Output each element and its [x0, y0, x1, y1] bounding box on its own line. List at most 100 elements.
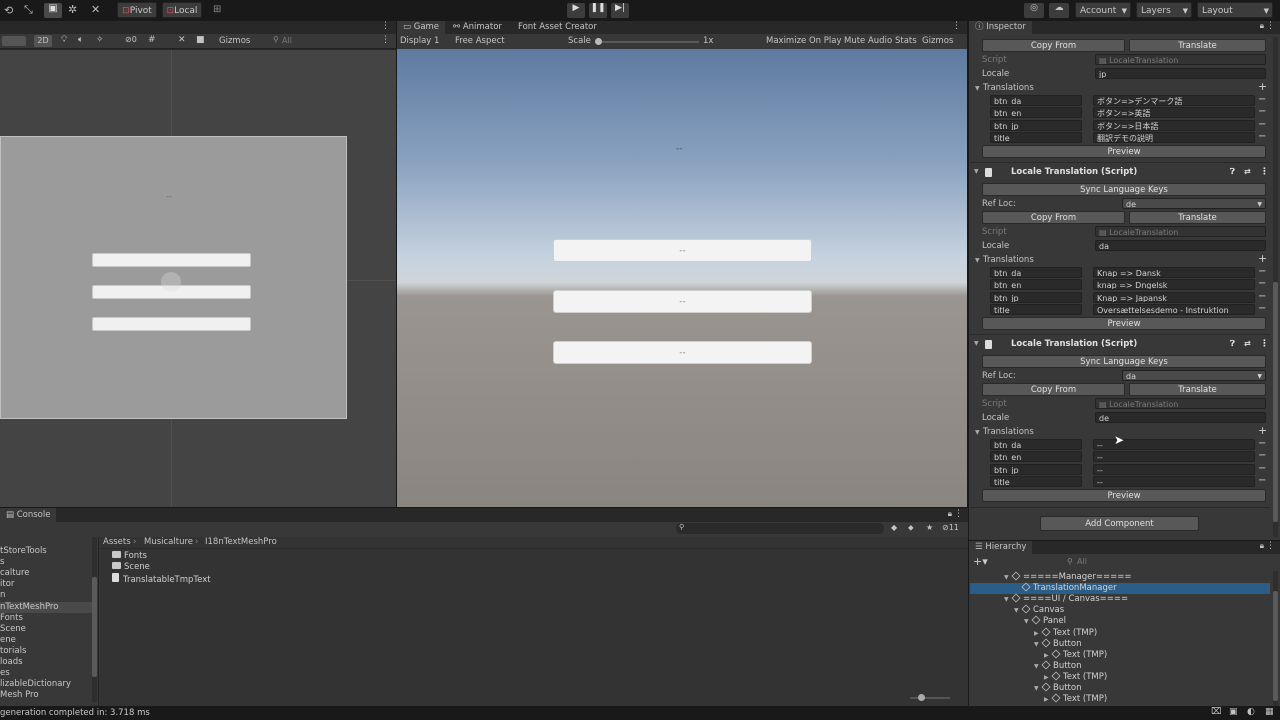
project-tree-item[interactable]: Mesh Pro	[0, 690, 95, 701]
account-dropdown[interactable]: Account ▼	[1075, 2, 1131, 18]
translation-key[interactable]: btn_en	[990, 279, 1082, 290]
breadcrumb-i18n[interactable]: I18nTextMeshPro	[205, 537, 277, 547]
project-tree-item[interactable]: nTextMeshPro	[0, 601, 95, 613]
lock-icon[interactable]: 🔒︎	[948, 509, 952, 519]
project-tree-item[interactable]: torials	[0, 646, 95, 657]
tree-scroll-thumb[interactable]	[92, 577, 97, 677]
locale-input[interactable]: jp	[1095, 68, 1266, 79]
inspector-scroll-thumb[interactable]	[1273, 282, 1278, 522]
copy-from-button[interactable]: Copy From	[982, 211, 1125, 224]
add-translation-icon[interactable]: +	[1258, 253, 1267, 264]
add-translation-icon[interactable]: +	[1258, 81, 1267, 92]
effects-icon[interactable]: ✧	[96, 35, 104, 45]
progress-icon[interactable]: ▣	[1229, 707, 1238, 717]
ref-loc-dropdown[interactable]: da ▼	[1122, 370, 1266, 381]
translation-value[interactable]: --	[1093, 464, 1255, 475]
breadcrumb-musicalture[interactable]: Musicalture	[144, 537, 193, 547]
game-canvas[interactable]: --	[397, 49, 967, 507]
translation-key[interactable]: title	[990, 476, 1082, 487]
component-header[interactable]: ▼ Locale Translation (Script) ❓︎ ⇄ ⋮	[970, 337, 1270, 351]
camera-icon[interactable]: ■	[196, 35, 205, 45]
translation-value[interactable]: ボタン=>日本語	[1093, 120, 1255, 131]
translation-key[interactable]: btn_jp	[990, 120, 1082, 131]
remove-row-icon[interactable]: −	[1258, 120, 1266, 130]
local-button[interactable]: ⊡Local	[162, 2, 202, 18]
remove-row-icon[interactable]: −	[1258, 132, 1266, 142]
hierarchy-item[interactable]: ▼ Button	[970, 660, 1270, 672]
remove-row-icon[interactable]: −	[1258, 439, 1266, 449]
copy-from-button[interactable]: Copy From	[982, 39, 1125, 52]
collab-icon[interactable]: ◎	[1024, 3, 1044, 18]
more-options-icon[interactable]: ⋮	[381, 35, 390, 45]
more-options-icon[interactable]: ⋮	[954, 509, 963, 519]
translation-key[interactable]: title	[990, 304, 1082, 315]
hierarchy-item[interactable]: ▼ Button	[970, 638, 1270, 650]
asset-item[interactable]: Fonts	[112, 551, 147, 562]
settings-tool-icon[interactable]: ✕	[91, 3, 100, 16]
lock-icon[interactable]: 🔒︎	[1260, 21, 1264, 31]
display-dropdown[interactable]: Display 1	[400, 36, 439, 46]
lighting-status-icon[interactable]: ◐	[1247, 707, 1255, 717]
rect-tool-icon[interactable]: ⤡	[24, 3, 33, 17]
remove-row-icon[interactable]: −	[1258, 451, 1266, 461]
mute-audio-toggle[interactable]: Mute Audio	[844, 36, 892, 46]
ref-loc-dropdown[interactable]: de ▼	[1122, 198, 1266, 209]
preview-button[interactable]: Preview	[982, 145, 1266, 158]
more-options-icon[interactable]: ⋮	[1266, 21, 1275, 31]
translate-button[interactable]: Translate	[1129, 383, 1266, 396]
expanded-arrow-icon[interactable]: ▼	[1034, 639, 1042, 650]
translation-value[interactable]: knap => Dngelsk	[1093, 279, 1255, 290]
tab-inspector[interactable]: ⓘ Inspector	[969, 21, 1032, 34]
cloud-icon[interactable]: ☁	[1049, 3, 1069, 18]
tab-game[interactable]: ▭ Game	[397, 21, 446, 34]
remove-row-icon[interactable]: −	[1258, 476, 1266, 486]
maximize-on-play-toggle[interactable]: Maximize On Play	[766, 36, 841, 46]
tab-hierarchy[interactable]: ☰ Hierarchy	[969, 541, 1033, 554]
status-message[interactable]: generation completed in: 3.718 ms	[0, 708, 150, 718]
game-button-2[interactable]: --	[553, 290, 812, 313]
game-button-1[interactable]: --	[553, 239, 812, 262]
scene-search-input[interactable]: All	[282, 36, 292, 45]
expanded-arrow-icon[interactable]: ▼	[1004, 572, 1012, 583]
translation-value[interactable]: ボタン=>英語	[1093, 107, 1255, 118]
breadcrumb-assets[interactable]: Assets	[103, 537, 131, 547]
mode-2d-button[interactable]: 2D	[34, 35, 52, 47]
hierarchy-item[interactable]: ▼ ====UI / Canvas====	[970, 593, 1270, 605]
translation-value[interactable]: Knap => Japansk	[1093, 292, 1255, 303]
project-tree-item[interactable]: n	[0, 590, 95, 601]
grid-icon[interactable]: #	[148, 35, 156, 45]
add-object-button[interactable]: +▾	[973, 555, 988, 568]
icon-size-slider[interactable]	[910, 694, 950, 701]
expanded-arrow-icon[interactable]: ▼	[1024, 616, 1032, 627]
translation-value[interactable]: 翻訳デモの説明	[1093, 132, 1255, 143]
hierarchy-item[interactable]: ▼ Canvas	[970, 604, 1270, 616]
project-search-input[interactable]: ⚲	[676, 523, 884, 534]
project-tree-item[interactable]: Scene	[0, 624, 95, 635]
project-tree-item[interactable]: Fonts	[0, 613, 95, 624]
translation-value[interactable]: Oversættelsesdemo - Instruktion	[1093, 304, 1255, 315]
project-tree-item[interactable]: itor	[0, 579, 95, 590]
translation-key[interactable]: btn_jp	[990, 464, 1082, 475]
collapse-arrow-icon[interactable]: ▼	[974, 165, 979, 179]
scene-canvas[interactable]: --	[0, 50, 396, 507]
scene-button-3[interactable]	[92, 317, 251, 331]
translation-key[interactable]: btn_da	[990, 267, 1082, 278]
more-options-icon[interactable]: ⋮	[381, 21, 390, 31]
more-options-icon[interactable]: ⋮	[1266, 541, 1275, 551]
asset-item[interactable]: TranslatableTmpText	[112, 573, 211, 585]
gizmos-toggle[interactable]: Gizmos	[922, 36, 953, 46]
aspect-dropdown[interactable]: Free Aspect	[455, 36, 505, 46]
tree-scrollbar[interactable]	[92, 537, 97, 702]
help-icon[interactable]: ❓︎	[1230, 337, 1235, 351]
layout-dropdown[interactable]: Layout ▼	[1197, 2, 1273, 18]
translation-key[interactable]: btn_en	[990, 107, 1082, 118]
debug-icon[interactable]: ⌧	[1211, 707, 1221, 717]
favorite-icon[interactable]: ★	[926, 523, 933, 532]
add-translation-icon[interactable]: +	[1258, 425, 1267, 436]
hierarchy-search-input[interactable]: All	[1077, 557, 1087, 566]
translation-key[interactable]: btn_da	[990, 439, 1082, 450]
custom-tool-icon[interactable]: ✲	[68, 3, 77, 16]
collapsed-arrow-icon[interactable]: ▶	[1044, 694, 1052, 705]
game-button-3[interactable]: --	[553, 341, 812, 364]
expanded-arrow-icon[interactable]: ▼	[1004, 594, 1012, 605]
